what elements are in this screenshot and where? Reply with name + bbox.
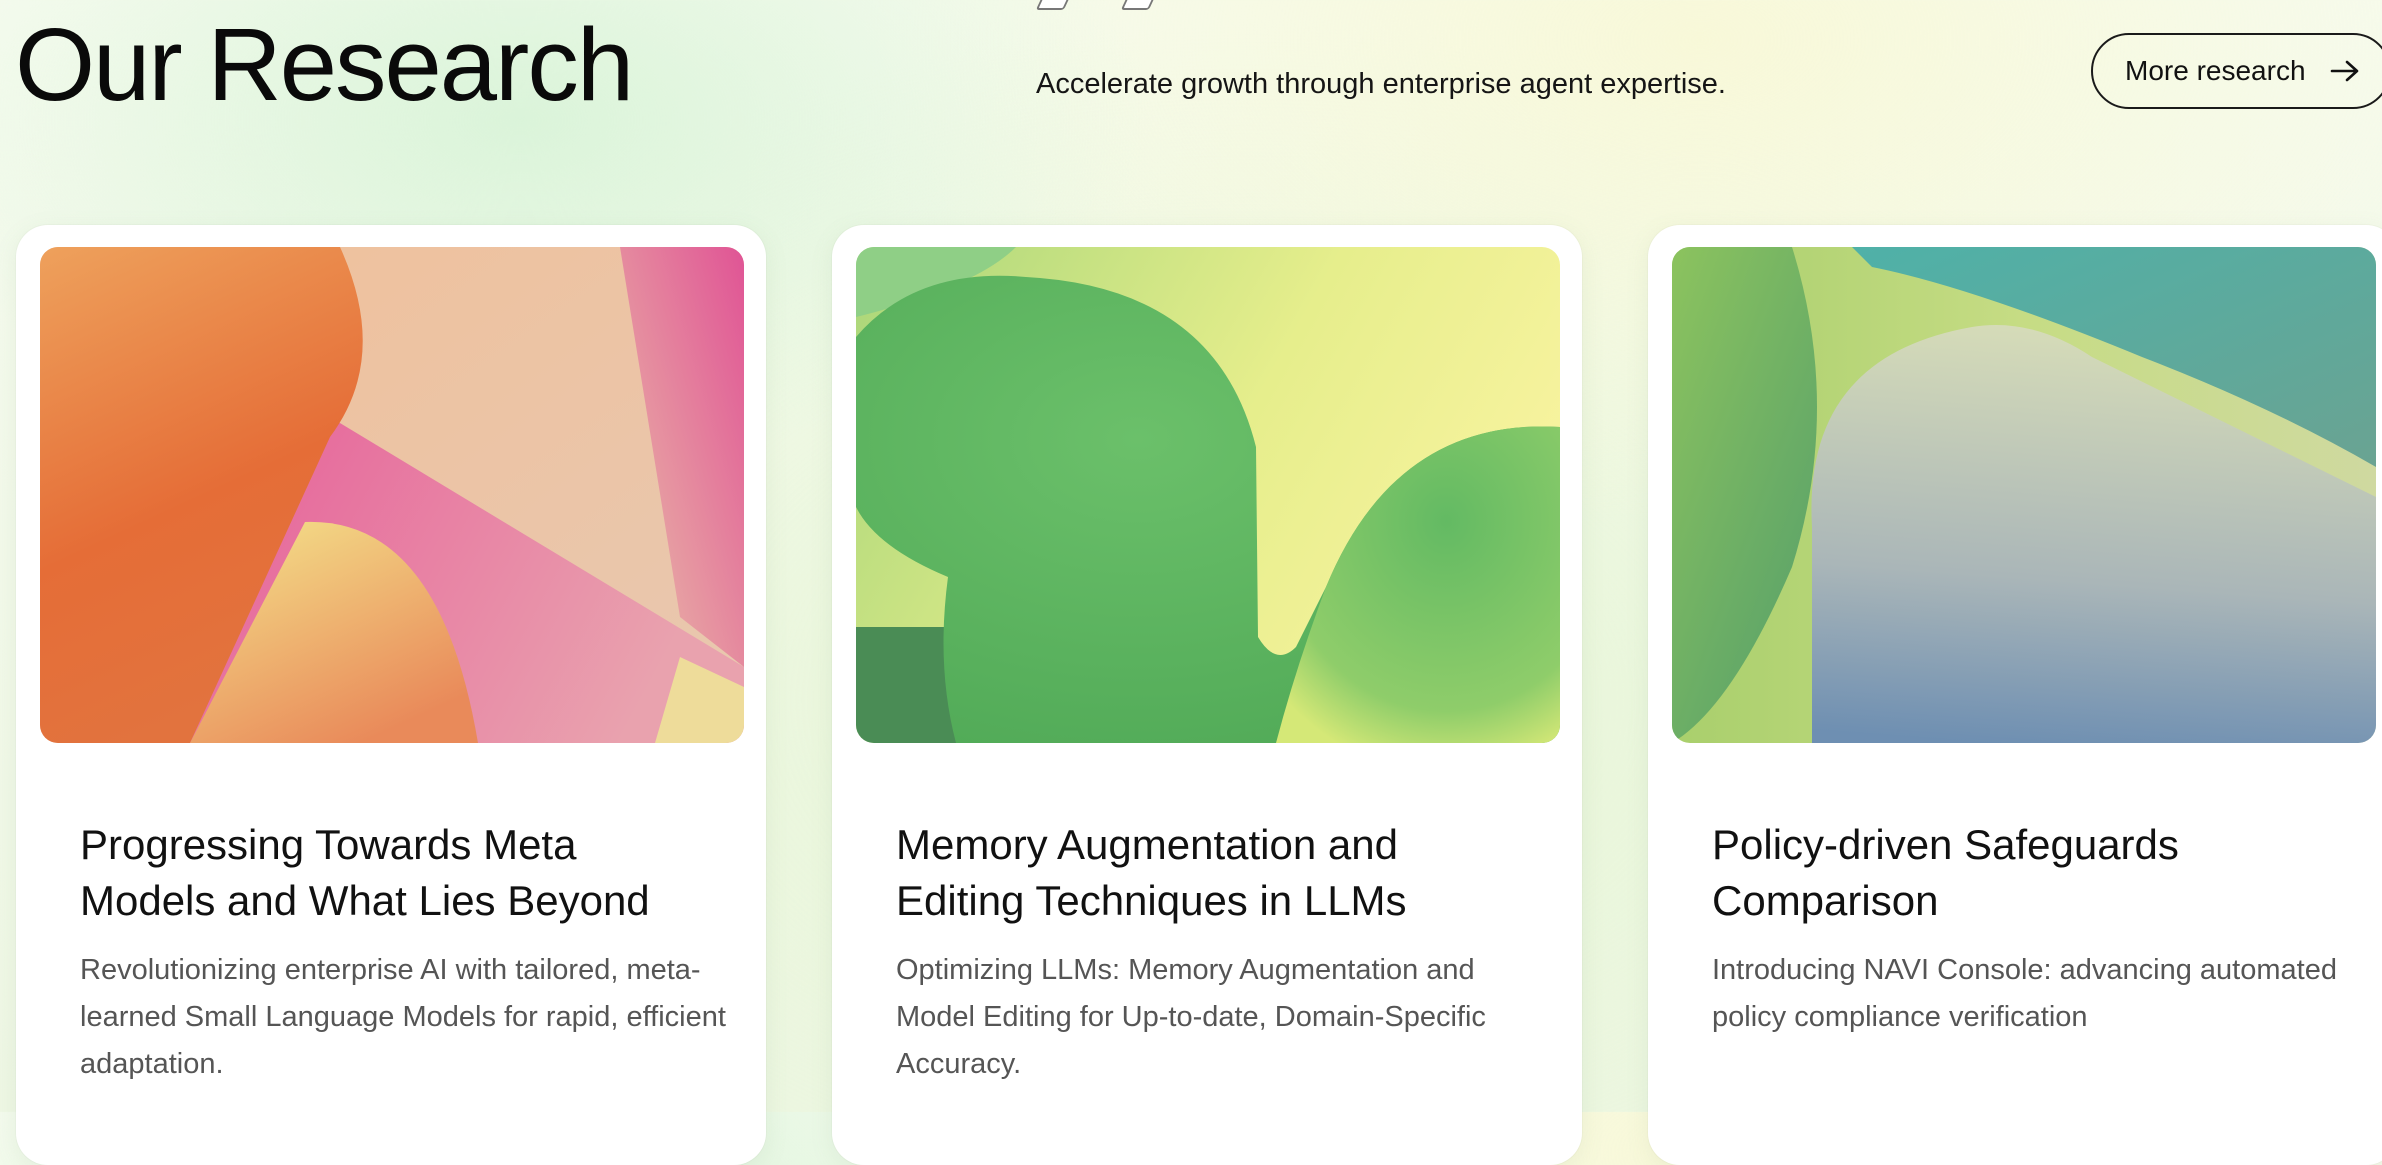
research-card[interactable]: Progressing Towards Meta Models and What…: [16, 225, 766, 1165]
decorative-shape: [1035, 0, 1073, 10]
page-title: Our Research: [15, 7, 634, 122]
card-title[interactable]: Progressing Towards Meta Models and What…: [80, 817, 720, 929]
card-description: Revolutionizing enterprise AI with tailo…: [80, 954, 726, 1080]
research-card[interactable]: Memory Augmentation and Editing Techniqu…: [832, 225, 1582, 1165]
card-description: Introducing NAVI Console: advancing auto…: [1712, 954, 2337, 1033]
more-research-button[interactable]: More research: [2091, 33, 2382, 109]
more-research-label: More research: [2125, 55, 2306, 86]
arrow-right-icon: [2330, 60, 2358, 82]
card-title[interactable]: Memory Augmentation and Editing Techniqu…: [896, 817, 1536, 929]
card-image[interactable]: [40, 247, 744, 743]
card-description: Optimizing LLMs: Memory Augmentation and…: [896, 954, 1486, 1080]
card-title[interactable]: Policy-driven Safeguards Comparison: [1712, 817, 2352, 929]
section-subtitle: Accelerate growth through enterprise age…: [1036, 68, 1726, 100]
card-image[interactable]: [1672, 247, 2376, 743]
decorative-shape: [1120, 0, 1158, 10]
card-image[interactable]: [856, 247, 1560, 743]
research-card[interactable]: Policy-driven Safeguards Comparison Intr…: [1648, 225, 2382, 1165]
